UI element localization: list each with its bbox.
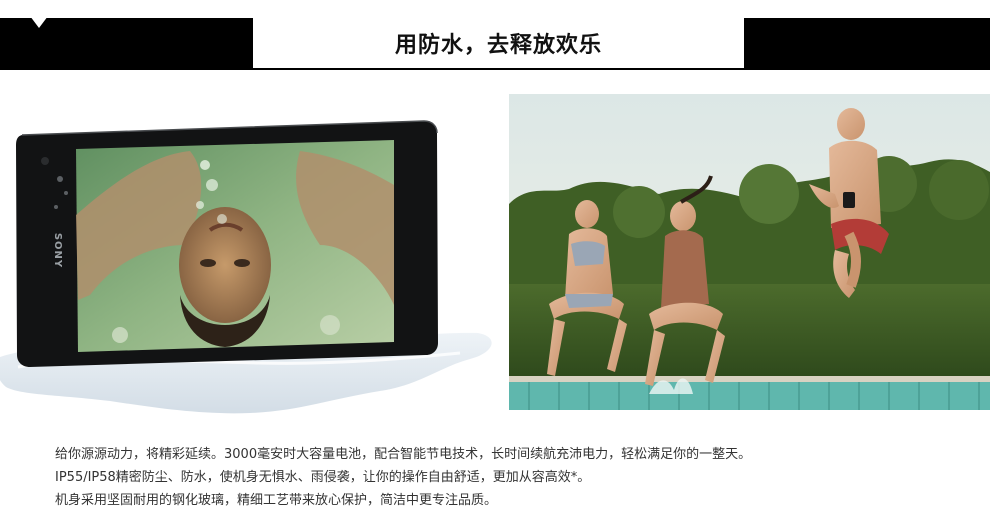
phone-brand-label: SONY [52,232,64,269]
pool-lifestyle-image [509,94,990,410]
page-title: 用防水，去释放欢乐 [394,33,602,58]
header-notch [30,16,48,28]
description-line-glass: 机身采用坚固耐用的钢化玻璃，精细工艺带来放心保护，简洁中更专注品质。 [55,493,498,508]
header-banner: 用防水，去释放欢乐 [0,16,990,70]
header-divider [0,68,990,70]
description-line-waterproof: IP55/IP58精密防尘、防水，使机身无惧水、雨侵袭，让你的操作自由舒适，更加… [55,470,591,485]
header-title-box: 用防水，去释放欢乐 [253,18,744,68]
header-bar-right [744,18,990,68]
description-line-battery: 给你源源动力，将精彩延续。3000毫安时大容量电池，配合智能节电技术，长时间续航… [55,447,752,462]
feature-description: 给你源源动力，将精彩延续。3000毫安时大容量电池，配合智能节电技术，长时间续航… [55,443,955,512]
phone-product-image: SONY [0,95,500,425]
